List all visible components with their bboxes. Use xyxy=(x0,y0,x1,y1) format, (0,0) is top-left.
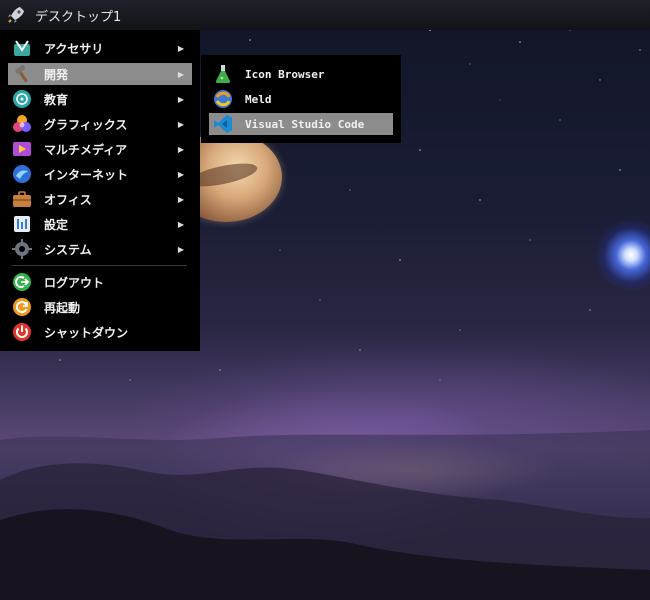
hills-silhouette xyxy=(0,430,650,600)
workspace-title: デスクトップ1 xyxy=(35,9,122,25)
flask-icon xyxy=(213,64,233,84)
logout-icon xyxy=(12,272,32,292)
submenu-item-label: Icon Browser xyxy=(245,67,325,81)
menu-item-multimedia[interactable]: マルチメディア ▶ xyxy=(8,138,192,160)
menu-item-label: システム xyxy=(44,242,92,257)
menu-item-label: インターネット xyxy=(44,167,129,182)
menu-item-label: グラフィックス xyxy=(44,117,128,132)
menu-item-restart[interactable]: 再起動 xyxy=(8,296,192,318)
menu-item-logout[interactable]: ログアウト xyxy=(8,271,192,293)
development-submenu: Icon Browser Meld Visual Studio Code xyxy=(201,55,401,143)
menu-item-label: 再起動 xyxy=(44,300,81,315)
menu-item-system[interactable]: システム ▶ xyxy=(8,238,192,260)
menu-item-graphics[interactable]: グラフィックス ▶ xyxy=(8,113,192,135)
submenu-item-label: Visual Studio Code xyxy=(245,117,365,131)
settings-icon xyxy=(12,214,32,234)
menu-item-label: 教育 xyxy=(44,92,69,107)
menu-item-education[interactable]: 教育 ▶ xyxy=(8,88,192,110)
menu-item-internet[interactable]: インターネット ▶ xyxy=(8,163,192,185)
vscode-icon xyxy=(213,114,233,134)
internet-globe-icon xyxy=(12,164,32,184)
submenu-arrow-icon: ▶ xyxy=(177,194,184,204)
multimedia-icon xyxy=(12,139,32,159)
menu-item-office[interactable]: オフィス ▶ xyxy=(8,188,192,210)
menu-item-label: マルチメディア xyxy=(44,142,128,157)
graphics-icon xyxy=(12,114,32,134)
submenu-arrow-icon: ▶ xyxy=(177,219,184,229)
office-briefcase-icon xyxy=(12,189,32,209)
submenu-arrow-icon: ▶ xyxy=(177,144,184,154)
meld-icon xyxy=(213,89,233,109)
development-hammer-icon xyxy=(12,64,32,84)
shutdown-icon xyxy=(12,322,32,342)
application-menu: アクセサリ ▶ 開発 ▶ 教育 ▶ グラフィックス ▶ マルチメディア ▶ イン xyxy=(0,30,200,351)
menu-item-accessories[interactable]: アクセサリ ▶ xyxy=(8,37,192,59)
system-gear-icon xyxy=(12,239,32,259)
education-icon xyxy=(12,89,32,109)
top-panel: デスクトップ1 xyxy=(0,0,650,30)
submenu-item-label: Meld xyxy=(245,92,272,106)
submenu-arrow-icon: ▶ xyxy=(177,169,184,179)
menu-item-development[interactable]: 開発 ▶ xyxy=(8,63,192,85)
rocket-icon[interactable] xyxy=(5,4,27,26)
menu-item-label: ログアウト xyxy=(44,275,105,290)
submenu-item-visual-studio-code[interactable]: Visual Studio Code xyxy=(209,113,393,135)
menu-item-settings[interactable]: 設定 ▶ xyxy=(8,213,192,235)
submenu-arrow-icon: ▶ xyxy=(177,94,184,104)
menu-item-label: 設定 xyxy=(44,217,69,232)
menu-separator xyxy=(12,265,187,266)
submenu-arrow-icon: ▶ xyxy=(177,119,184,129)
submenu-item-icon-browser[interactable]: Icon Browser xyxy=(209,63,393,85)
submenu-arrow-icon: ▶ xyxy=(177,244,184,254)
restart-icon xyxy=(12,297,32,317)
submenu-arrow-icon: ▶ xyxy=(177,69,184,79)
menu-item-label: 開発 xyxy=(44,67,69,82)
accessories-icon xyxy=(12,38,32,58)
menu-item-shutdown[interactable]: シャットダウン xyxy=(8,321,192,343)
submenu-arrow-icon: ▶ xyxy=(177,43,184,53)
menu-item-label: シャットダウン xyxy=(44,325,129,340)
menu-item-label: オフィス xyxy=(44,192,92,207)
submenu-item-meld[interactable]: Meld xyxy=(209,88,393,110)
menu-item-label: アクセサリ xyxy=(44,41,104,56)
